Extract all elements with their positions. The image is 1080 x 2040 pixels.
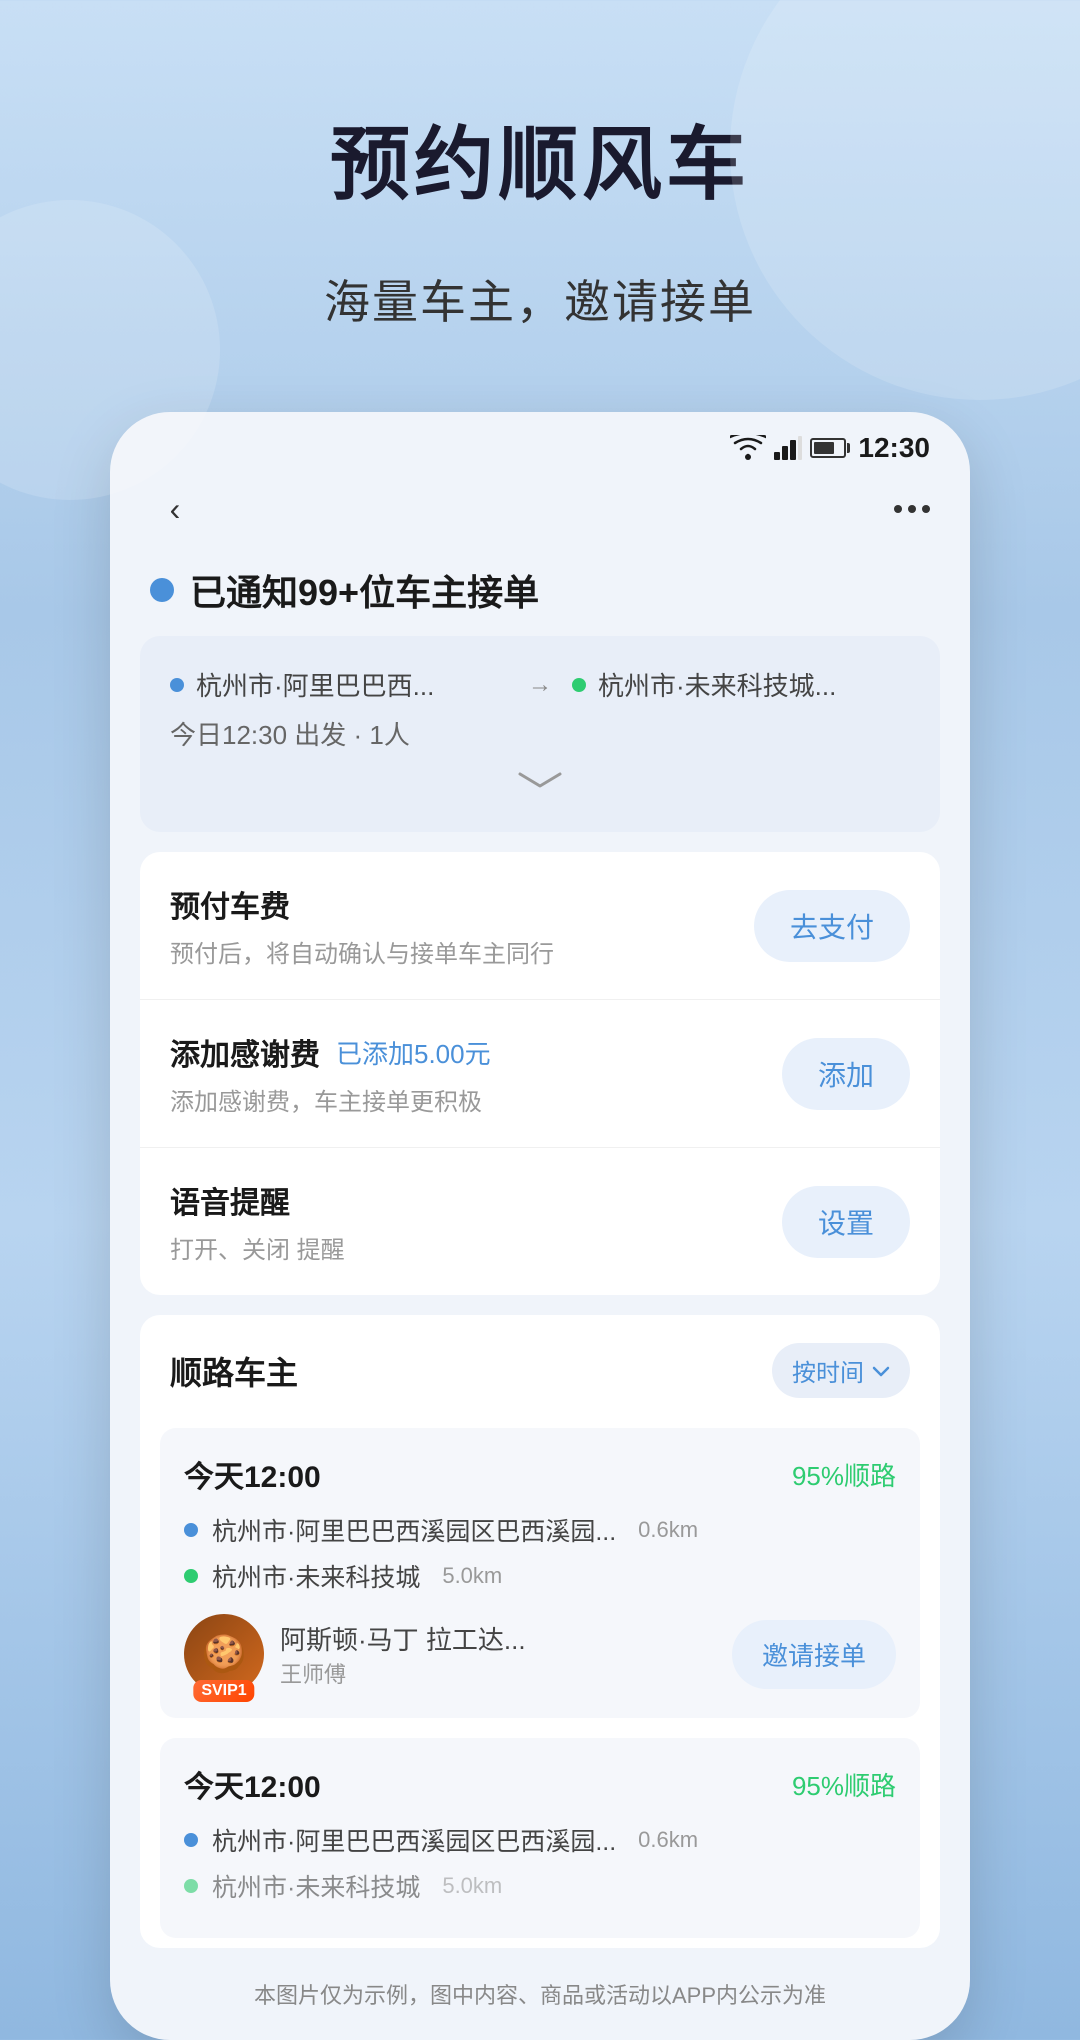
departure-info: 今日12:30 出发 · 1人 (170, 715, 910, 752)
driver-origin-text-2: 杭州市·阿里巴巴西溪园区巴西溪园... (212, 1822, 616, 1858)
driver-dest-dist-1: 5.0km (442, 1563, 502, 1589)
driver-origin-1: 杭州市·阿里巴巴西溪园区巴西溪园... 0.6km (184, 1512, 896, 1548)
invite-button-1[interactable]: 邀请接单 (732, 1620, 896, 1689)
driver-match-1: 95%顺路 (792, 1456, 896, 1493)
notify-dot (150, 578, 174, 602)
more-button[interactable] (894, 505, 930, 513)
driver-origin-dist-1: 0.6km (638, 1517, 698, 1543)
sort-chevron-icon (872, 1364, 890, 1378)
tip-title: 添加感谢费 已添加5.00元 (170, 1030, 782, 1074)
prepay-button[interactable]: 去支付 (754, 890, 910, 962)
svip-badge-1: SVIP1 (193, 1680, 254, 1702)
drivers-section: 顺路车主 按时间 今天12:00 95%顺路 杭州市·阿里巴巴西溪园区巴西溪园.… (140, 1315, 940, 1948)
driver-match-2: 95%顺路 (792, 1766, 896, 1803)
voice-button[interactable]: 设置 (782, 1186, 910, 1258)
driver-time-row-1: 今天12:00 95%顺路 (184, 1452, 896, 1496)
prepay-left: 预付车费 预付后，将自动确认与接单车主同行 (170, 882, 754, 969)
tip-item: 添加感谢费 已添加5.00元 添加感谢费，车主接单更积极 添加 (140, 1000, 940, 1148)
origin-text: 杭州市·阿里巴巴西... (196, 666, 508, 703)
notification-section: 已通知99+位车主接单 (110, 554, 970, 636)
back-button[interactable]: ‹ (150, 484, 200, 534)
status-bar: 12:30 (110, 412, 970, 474)
driver-dest-dist-2: 5.0km (442, 1873, 502, 1899)
driver-time-2: 今天12:00 (184, 1762, 321, 1806)
driver-dest-dot-2 (184, 1879, 198, 1893)
battery-icon (810, 438, 846, 458)
wifi-icon (730, 435, 766, 461)
page-main-title: 预约顺风车 (330, 100, 750, 216)
tip-button[interactable]: 添加 (782, 1038, 910, 1110)
driver-time-1: 今天12:00 (184, 1452, 321, 1496)
voice-desc: 打开、关闭 提醒 (170, 1230, 782, 1265)
status-icons (730, 435, 846, 461)
driver-time-row-2: 今天12:00 95%顺路 (184, 1762, 896, 1806)
nav-bar: ‹ (110, 474, 970, 554)
signal-icon (774, 436, 802, 460)
driver-card-2: 今天12:00 95%顺路 杭州市·阿里巴巴西溪园区巴西溪园... 0.6km … (160, 1738, 920, 1938)
prepay-desc: 预付后，将自动确认与接单车主同行 (170, 934, 754, 969)
driver-info-row-1: 🍪 SVIP1 阿斯顿·马丁 拉工达... 王师傅 邀请接单 (184, 1614, 896, 1694)
driver-dest-dot-1 (184, 1569, 198, 1583)
driver-origin-dot-2 (184, 1833, 198, 1847)
voice-item: 语音提醒 打开、关闭 提醒 设置 (140, 1148, 940, 1295)
drivers-header: 顺路车主 按时间 (140, 1315, 940, 1418)
driver-dest-2: 杭州市·未来科技城 5.0km (184, 1868, 896, 1904)
disclaimer-text: 本图片仅为示例，图中内容、商品或活动以APP内公示为准 (110, 1968, 970, 2010)
page-subtitle: 海量车主，邀请接单 (324, 266, 756, 332)
driver-dest-text-1: 杭州市·未来科技城 (212, 1558, 420, 1594)
driver-card-1: 今天12:00 95%顺路 杭州市·阿里巴巴西溪园区巴西溪园... 0.6km … (160, 1428, 920, 1718)
tip-left: 添加感谢费 已添加5.00元 添加感谢费，车主接单更积极 (170, 1030, 782, 1117)
driver-origin-2: 杭州市·阿里巴巴西溪园区巴西溪园... 0.6km (184, 1822, 896, 1858)
driver-car-1: 阿斯顿·马丁 拉工达... (280, 1620, 526, 1657)
prepay-item: 预付车费 预付后，将自动确认与接单车主同行 去支付 (140, 852, 940, 1000)
status-time: 12:30 (858, 432, 930, 464)
voice-title: 语音提醒 (170, 1178, 782, 1222)
driver-title-1: 王师傅 (280, 1657, 526, 1689)
driver-origin-text-1: 杭州市·阿里巴巴西溪园区巴西溪园... (212, 1512, 616, 1548)
phone-mockup: 12:30 ‹ 已通知99+位车主接单 杭州市·阿里巴巴西... → 杭州市·未… (110, 412, 970, 2040)
driver-dest-1: 杭州市·未来科技城 5.0km (184, 1558, 896, 1594)
route-arrow: → (528, 671, 552, 699)
action-section: 预付车费 预付后，将自动确认与接单车主同行 去支付 添加感谢费 已添加5.00元… (140, 852, 940, 1295)
route-card[interactable]: 杭州市·阿里巴巴西... → 杭州市·未来科技城... 今日12:30 出发 ·… (140, 636, 940, 832)
notification-text: 已通知99+位车主接单 (190, 564, 539, 616)
voice-left: 语音提醒 打开、关闭 提醒 (170, 1178, 782, 1265)
destination-text: 杭州市·未来科技城... (598, 666, 910, 703)
sort-button[interactable]: 按时间 (772, 1343, 910, 1398)
driver-avatar-1: 🍪 SVIP1 (184, 1614, 264, 1694)
tip-desc: 添加感谢费，车主接单更积极 (170, 1082, 782, 1117)
driver-origin-dot-1 (184, 1523, 198, 1537)
driver-avatar-area-1: 🍪 SVIP1 阿斯顿·马丁 拉工达... 王师傅 (184, 1614, 526, 1694)
drivers-title: 顺路车主 (170, 1348, 298, 1394)
tip-added-text: 已添加5.00元 (336, 1034, 491, 1071)
driver-dest-text-2: 杭州市·未来科技城 (212, 1868, 420, 1904)
origin-dot (170, 678, 184, 692)
expand-icon[interactable] (510, 768, 570, 792)
driver-name-area-1: 阿斯顿·马丁 拉工达... 王师傅 (280, 1620, 526, 1689)
destination-dot (572, 678, 586, 692)
prepay-title: 预付车费 (170, 882, 754, 926)
driver-origin-dist-2: 0.6km (638, 1827, 698, 1853)
